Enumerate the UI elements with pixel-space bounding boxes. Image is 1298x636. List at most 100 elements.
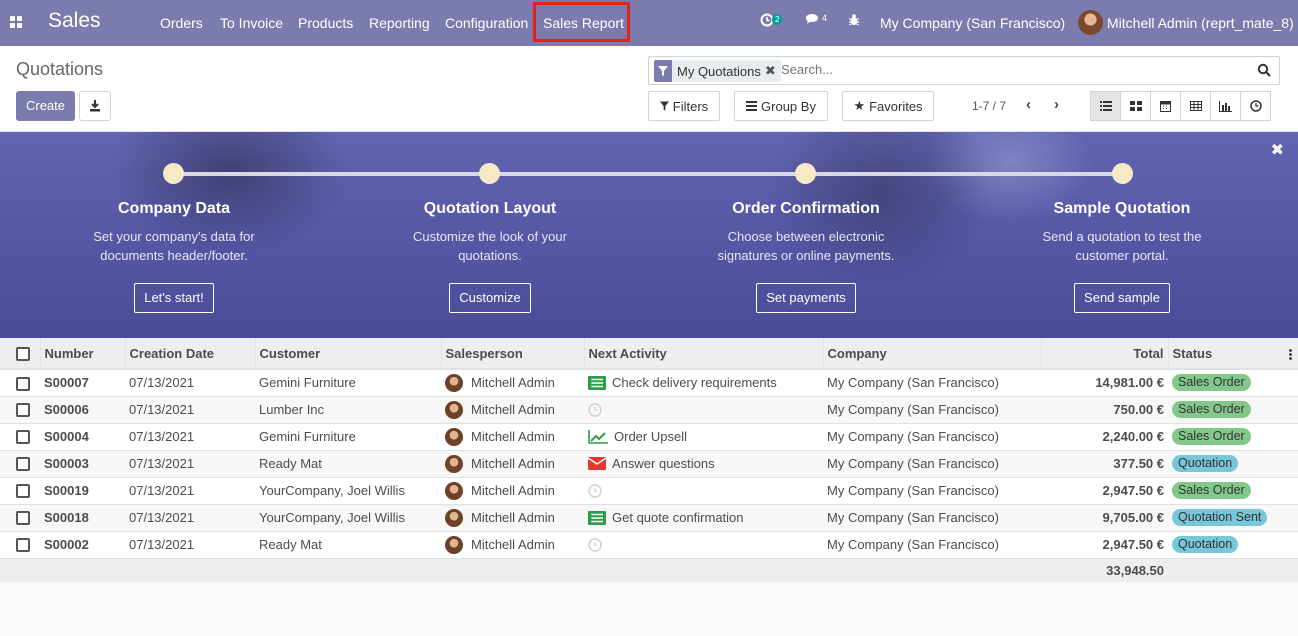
column-company[interactable]: Company (822, 338, 1041, 370)
tasks-icon[interactable] (588, 375, 606, 390)
pivot-view-icon[interactable] (1180, 91, 1211, 121)
row-checkbox[interactable] (16, 538, 30, 553)
menu-reporting[interactable]: Reporting (369, 15, 430, 31)
row-checkbox[interactable] (16, 457, 30, 472)
set-payments-button[interactable]: Set payments (756, 283, 856, 313)
column-salesperson[interactable]: Salesperson (440, 338, 584, 370)
menu-to-invoice[interactable]: To Invoice (220, 15, 283, 31)
send-sample-button[interactable]: Send sample (1074, 283, 1170, 313)
order-number: S00002 (40, 530, 125, 558)
salesperson-avatar (445, 454, 463, 473)
create-button[interactable]: Create (16, 91, 75, 121)
column-customer[interactable]: Customer (254, 338, 441, 370)
favorites-button[interactable]: ★ Favorites (842, 91, 934, 121)
user-avatar[interactable] (1078, 10, 1103, 35)
optional-columns-icon[interactable] (1289, 348, 1292, 363)
company-switcher[interactable]: My Company (San Francisco) (880, 15, 1065, 31)
status-badge: Quotation (1172, 455, 1239, 472)
table-row[interactable]: S00002 07/13/2021 Ready Mat Mitchell Admin M… (0, 530, 1298, 558)
table-row[interactable]: S00004 07/13/2021 Gemini Furniture Mitchell… (0, 422, 1298, 450)
row-select-cell[interactable] (0, 503, 40, 531)
pager-value[interactable]: 1-7 / 7 (972, 99, 1006, 113)
row-select-cell[interactable] (0, 395, 40, 423)
onboarding-banner: ✖ Company Data Set your company's data f… (0, 132, 1298, 338)
facet-remove-icon[interactable]: ✖ (765, 63, 781, 79)
column-status[interactable]: Status (1167, 338, 1298, 370)
clock-icon[interactable] (588, 483, 602, 498)
envelope-icon[interactable] (588, 457, 606, 470)
table-row[interactable]: S00018 07/13/2021 YourCompany, Joel Willis… (0, 503, 1298, 531)
group-by-button[interactable]: Group By (734, 91, 828, 121)
next-activity-cell[interactable] (584, 395, 823, 423)
creation-date: 07/13/2021 (125, 449, 255, 477)
table-row[interactable]: S00006 07/13/2021 Lumber Inc Mitchell Admin… (0, 395, 1298, 423)
column-next-activity[interactable]: Next Activity (583, 338, 823, 370)
row-select-cell[interactable] (0, 530, 40, 558)
status-cell: Sales Order (1168, 476, 1298, 504)
salesperson-cell: Mitchell Admin (441, 503, 584, 531)
close-icon[interactable]: ✖ (1271, 140, 1284, 160)
message-count: 4 (822, 13, 828, 23)
row-checkbox[interactable] (16, 403, 30, 418)
select-all-cell[interactable] (0, 338, 40, 370)
table-row[interactable]: S00003 07/13/2021 Ready Mat Mitchell Admin A… (0, 449, 1298, 477)
menu-configuration[interactable]: Configuration (445, 15, 528, 31)
kanban-view-icon[interactable] (1120, 91, 1151, 121)
status-badge: Sales Order (1172, 374, 1251, 392)
bars-icon (746, 99, 758, 114)
menu-products[interactable]: Products (298, 15, 353, 31)
menu-orders[interactable]: Orders (160, 15, 203, 31)
row-checkbox[interactable] (16, 376, 30, 391)
pager-next-icon[interactable]: › (1054, 96, 1059, 113)
step-title: Sample Quotation (1053, 200, 1191, 217)
clock-icon[interactable] (588, 537, 602, 552)
step-dot (479, 163, 500, 184)
next-activity-cell[interactable]: Answer questions (584, 449, 823, 477)
clock-icon[interactable] (588, 402, 602, 417)
row-select-cell[interactable] (0, 422, 40, 450)
pager-previous-icon[interactable]: ‹ (1026, 96, 1031, 113)
search-facet[interactable]: My Quotations ✖ (654, 60, 781, 82)
row-checkbox[interactable] (16, 484, 30, 499)
apps-menu-icon[interactable] (10, 16, 23, 29)
lets-start-button[interactable]: Let's start! (134, 283, 214, 313)
row-checkbox[interactable] (16, 430, 30, 445)
row-select-cell[interactable] (0, 476, 40, 504)
search-bar[interactable]: My Quotations ✖ (648, 56, 1280, 85)
status-badge: Sales Order (1172, 482, 1251, 499)
debug-bug-icon[interactable] (848, 13, 860, 31)
next-activity-cell[interactable]: Order Upsell (584, 422, 823, 450)
salesperson-avatar (445, 400, 463, 419)
user-menu[interactable]: Mitchell Admin (reprt_mate_8) (1107, 15, 1294, 31)
table-row[interactable]: S00019 07/13/2021 YourCompany, Joel Willis… (0, 476, 1298, 504)
next-activity-cell[interactable] (584, 476, 823, 504)
tasks-icon[interactable] (588, 510, 606, 525)
filters-button[interactable]: Filters (648, 91, 720, 121)
table-row[interactable]: S00007 07/13/2021 Gemini Furniture Mitchell… (0, 368, 1298, 396)
messages-icon[interactable] (805, 13, 820, 30)
customer: Ready Mat (255, 530, 441, 558)
next-activity-cell[interactable]: Get quote confirmation (584, 503, 823, 531)
app-brand[interactable]: Sales (48, 9, 101, 33)
list-view-icon[interactable] (1090, 91, 1121, 121)
search-input[interactable] (781, 62, 1221, 77)
line-chart-icon[interactable] (588, 429, 608, 444)
step-company-data: Company Data Set your company's data for… (54, 200, 294, 313)
graph-view-icon[interactable] (1210, 91, 1241, 121)
calendar-view-icon[interactable] (1150, 91, 1181, 121)
next-activity-cell[interactable] (584, 530, 823, 558)
column-number[interactable]: Number (39, 338, 125, 370)
row-select-cell[interactable] (0, 449, 40, 477)
download-button[interactable] (79, 91, 111, 121)
column-total[interactable]: Total (1040, 338, 1168, 370)
salesperson-name: Mitchell Admin (471, 483, 555, 498)
column-creation-date[interactable]: Creation Date (124, 338, 255, 370)
row-checkbox[interactable] (16, 511, 30, 526)
select-all-checkbox[interactable] (16, 346, 30, 361)
creation-date: 07/13/2021 (125, 530, 255, 558)
next-activity-cell[interactable]: Check delivery requirements (584, 368, 823, 396)
search-icon[interactable] (1257, 63, 1271, 80)
row-select-cell[interactable] (0, 368, 40, 396)
customize-button[interactable]: Customize (449, 283, 531, 313)
activity-view-icon[interactable] (1240, 91, 1271, 121)
